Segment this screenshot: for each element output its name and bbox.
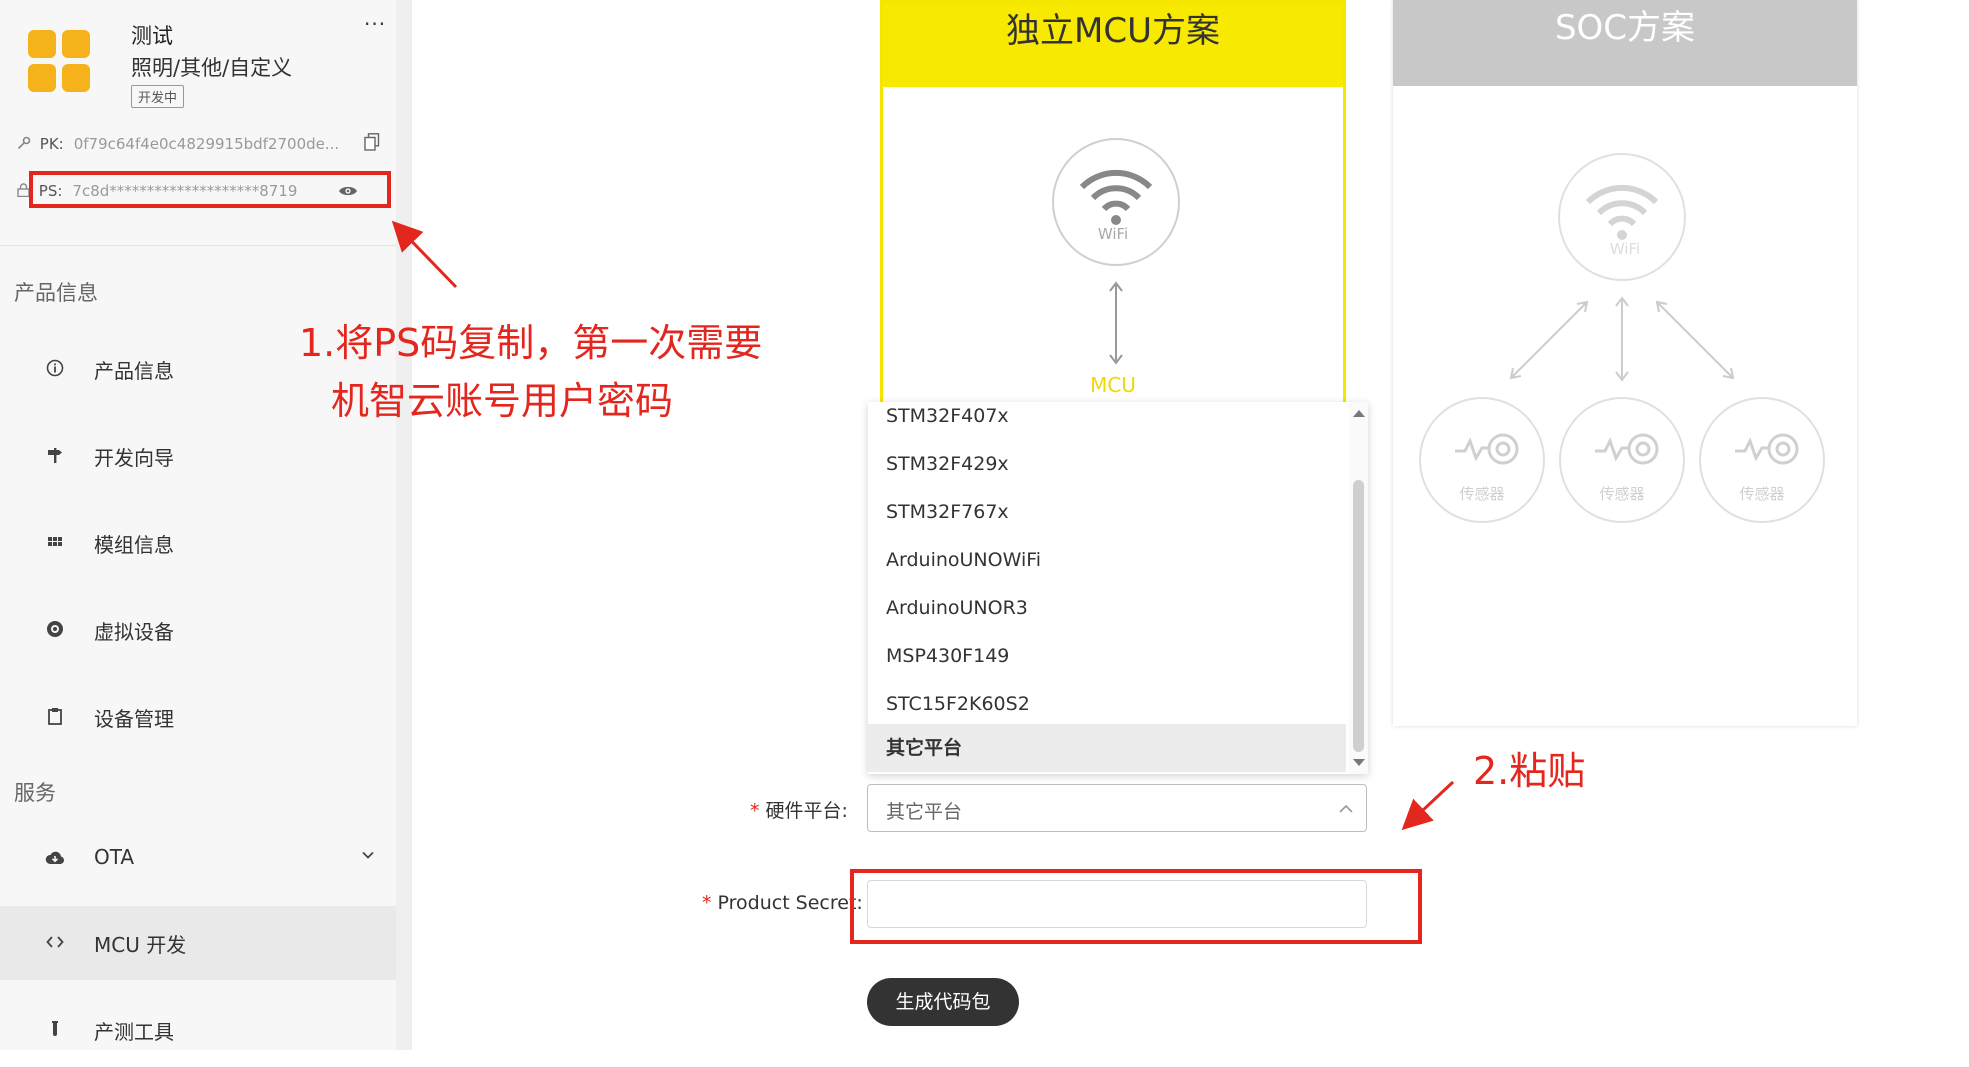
sidebar-item-label: 虚拟设备: [94, 620, 174, 644]
wifi-label: WiFi: [1609, 240, 1641, 258]
dropdown-option[interactable]: STC15F2K60S2: [868, 680, 1346, 728]
divider: [0, 245, 396, 246]
pk-label: PK:: [39, 135, 64, 153]
virtual-device-icon: [44, 618, 66, 640]
soc-card-title: SOC方案: [1554, 8, 1696, 48]
dropdown-option[interactable]: STM32F429x: [868, 440, 1346, 488]
scroll-up-icon[interactable]: [1352, 408, 1366, 418]
annotation-step2: 2.粘贴: [1473, 749, 1586, 793]
product-logo: [28, 30, 92, 94]
sidebar-item-module-info[interactable]: 模组信息: [0, 506, 396, 580]
product-category: 照明/其他/自定义: [131, 56, 293, 80]
chevron-down-icon[interactable]: [360, 847, 376, 867]
mcu-card-title: 独立MCU方案: [1006, 11, 1220, 51]
sidebar-item-ota[interactable]: OTA: [0, 822, 396, 896]
sidebar-item-label: 设备管理: [94, 707, 174, 731]
dropdown-option[interactable]: ArduinoUNOWiFi: [868, 536, 1346, 584]
sidebar-item-mcu-dev[interactable]: MCU 开发: [0, 906, 396, 980]
sidebar-item-dev-guide[interactable]: 开发向导: [0, 419, 396, 493]
soc-diagram: [1419, 153, 1825, 523]
wifi-label: WiFi: [1097, 225, 1129, 243]
annotation-step1-line2: 机智云账号用户密码: [331, 379, 674, 423]
code-icon: [44, 931, 66, 953]
grid-icon: [44, 531, 66, 553]
annotation-step1-line1: 1.将PS码复制，第一次需要: [299, 321, 763, 365]
generate-code-button[interactable]: 生成代码包: [867, 978, 1019, 1026]
sidebar-item-label: 开发向导: [94, 446, 174, 470]
test-tube-icon: [44, 1018, 66, 1040]
hardware-platform-value: 其它平台: [886, 801, 963, 823]
sensor-label: 传感器: [1599, 485, 1645, 503]
hardware-platform-label: * 硬件平台:: [750, 800, 848, 822]
sidebar-divider: [396, 0, 412, 1050]
mcu-solution-card[interactable]: 独立MCU方案 WiFi MCU: [880, 0, 1346, 420]
dropdown-option[interactable]: MSP430F149: [868, 632, 1346, 680]
annotation-step1: 1.将PS码复制，第一次需要 机智云账号用户密码: [299, 314, 762, 430]
section-title-product: 产品信息: [14, 281, 98, 305]
sidebar-item-device-mgmt[interactable]: 设备管理: [0, 680, 396, 754]
ps-highlight-box: [29, 171, 391, 208]
key-icon: [17, 135, 36, 153]
section-title-service: 服务: [14, 781, 56, 805]
scroll-down-icon[interactable]: [1352, 758, 1366, 768]
scrollbar-thumb[interactable]: [1353, 480, 1364, 752]
hardware-platform-dropdown[interactable]: STM32F407x STM32F429x STM32F767x Arduino…: [868, 402, 1368, 774]
status-badge: 开发中: [131, 85, 185, 108]
product-name: 测试: [131, 24, 173, 48]
mcu-label: MCU: [1090, 373, 1136, 397]
copy-icon[interactable]: [364, 133, 380, 155]
pk-row: PK: 0f79c64f4e0c4829915bdf2700de...: [17, 135, 339, 153]
sensor-label: 传感器: [1459, 485, 1505, 503]
dropdown-option[interactable]: STM32F767x: [868, 488, 1346, 536]
sidebar-item-label: 产测工具: [94, 1020, 174, 1044]
sidebar-item-virtual-device[interactable]: 虚拟设备: [0, 593, 396, 667]
sidebar: 测试 ··· 照明/其他/自定义 开发中 PK: 0f79c64f4e0c4829…: [0, 0, 396, 1050]
soc-solution-card[interactable]: SOC方案 WiFi 传感器 传感器 传感器: [1393, 0, 1857, 726]
chevron-up-icon: [1339, 804, 1353, 813]
more-options-button[interactable]: ···: [364, 12, 386, 36]
hardware-platform-select[interactable]: 其它平台: [867, 784, 1367, 832]
signpost-icon: [44, 444, 66, 466]
sidebar-item-label: OTA: [94, 845, 135, 869]
sidebar-item-label: 模组信息: [94, 533, 174, 557]
cloud-download-icon: [44, 847, 66, 869]
dropdown-option[interactable]: STM32F407x: [868, 402, 1346, 440]
secret-highlight-box: [850, 869, 1422, 944]
wifi-mcu-diagram: [1052, 138, 1180, 365]
product-secret-label: * Product Secret:: [702, 892, 863, 914]
clipboard-icon: [44, 705, 66, 727]
dropdown-option[interactable]: ArduinoUNOR3: [868, 584, 1346, 632]
pk-value: 0f79c64f4e0c4829915bdf2700de...: [73, 135, 340, 153]
sensor-label: 传感器: [1739, 485, 1785, 503]
info-icon: [44, 357, 66, 379]
sidebar-item-label: MCU 开发: [94, 933, 187, 957]
sidebar-item-test-tool[interactable]: 产测工具: [0, 993, 396, 1067]
dropdown-option-selected[interactable]: 其它平台: [868, 724, 1346, 772]
sidebar-item-label: 产品信息: [94, 359, 174, 383]
